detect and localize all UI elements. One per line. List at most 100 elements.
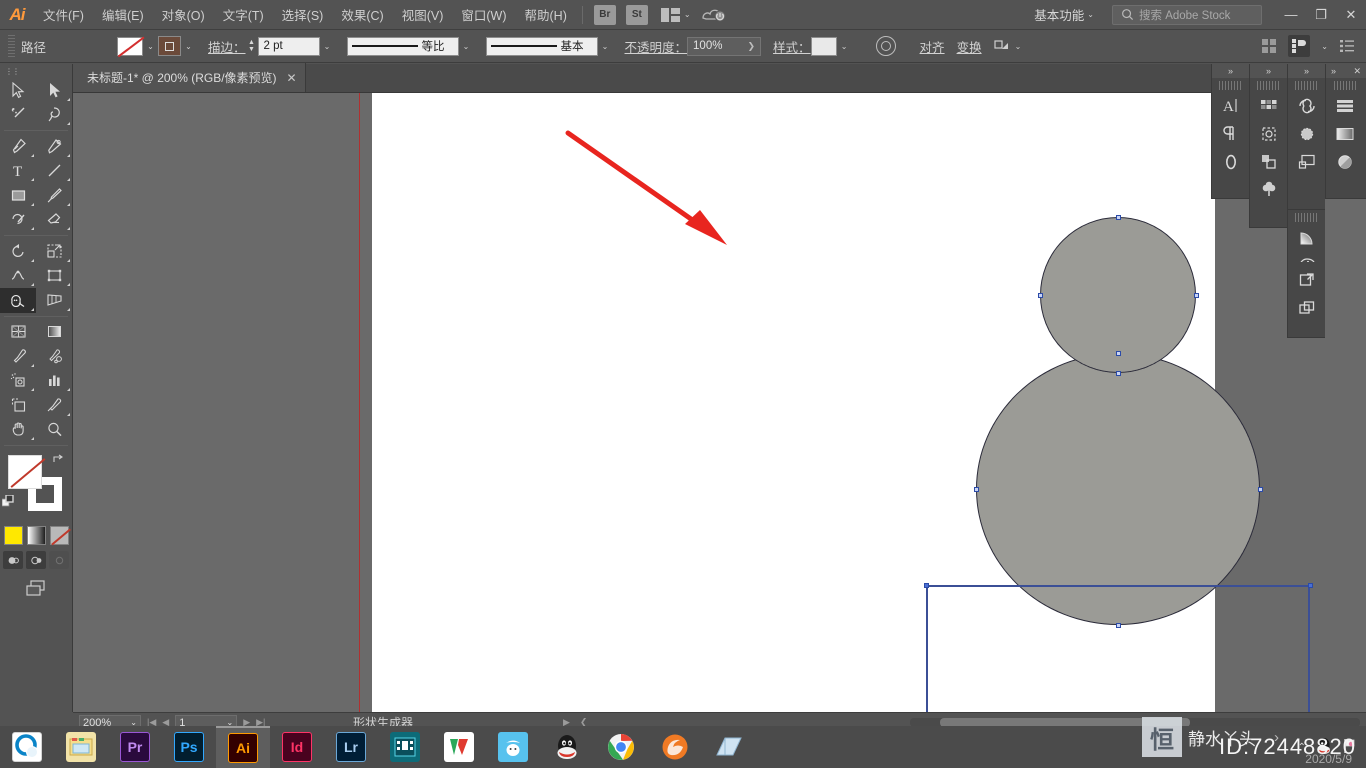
artboards-panel-icon[interactable] [1288,148,1326,176]
anchor-point[interactable] [1257,486,1263,492]
document-setup-icon[interactable] [1288,35,1311,57]
dock-close-icon[interactable]: ✕ [1353,66,1361,77]
close-icon[interactable]: ✕ [287,71,297,85]
canvas-area[interactable]: 激活 Windows 转到"电脑设置"以激活 Windows。 [73,93,1366,712]
taskbar-lightroom[interactable]: Lr [324,726,378,768]
preferences-list-icon[interactable] [1336,35,1358,57]
taskbar-chrome[interactable] [594,726,648,768]
taskbar-file-explorer[interactable] [54,726,108,768]
paintbrush-tool[interactable] [36,183,72,208]
creative-cloud-sync-icon[interactable] [701,5,727,25]
perspective-grid-tool[interactable] [36,288,72,313]
menu-type[interactable]: 文字(T) [214,0,273,29]
taskbar-qq-pinyin[interactable] [486,726,540,768]
stroke-chevron-down-icon[interactable]: ⌄ [181,36,196,56]
artboard-tool[interactable] [0,393,36,418]
menu-window[interactable]: 窗口(W) [452,0,515,29]
dock-collapse-properties[interactable]: » [1331,66,1336,76]
selection-tool[interactable] [0,78,36,103]
shaper-tool[interactable] [0,208,36,233]
menu-object[interactable]: 对象(O) [153,0,214,29]
menu-view[interactable]: 视图(V) [393,0,453,29]
zoom-tool[interactable] [36,418,72,443]
arrange-chevron-down-icon[interactable]: ⌄ [684,10,691,19]
shape-options-chevron-down-icon[interactable]: ⌄ [1015,42,1022,51]
anchor-point[interactable] [1115,370,1121,376]
draw-behind-icon[interactable] [26,551,46,569]
stroke-weight-input[interactable]: 2 pt [257,36,320,56]
taskbar-qq[interactable] [540,726,594,768]
dock-collapse-swatches[interactable]: » [1250,64,1287,78]
taskbar-firefox[interactable] [648,726,702,768]
gradient-tool[interactable] [36,320,72,345]
fill-chevron-down-icon[interactable]: ⌄ [143,36,158,56]
transform-panel-icon[interactable] [1326,120,1364,148]
width-tool[interactable] [0,264,36,289]
anchor-point[interactable] [1115,350,1121,356]
taskbar-wps-office[interactable] [432,726,486,768]
menu-help[interactable]: 帮助(H) [516,0,576,29]
dock-grip-color[interactable] [1294,213,1319,222]
artboard[interactable] [372,93,1313,712]
draw-inside-icon[interactable] [49,551,69,569]
rotate-tool[interactable] [0,239,36,264]
links-panel-icon[interactable] [1288,266,1326,294]
stroke-profile-select[interactable]: 等比 [346,36,459,56]
stroke-profile-chevron-down-icon[interactable]: ⌄ [459,36,474,56]
stock-button[interactable]: St [625,4,648,25]
fill-swatch[interactable] [117,36,145,58]
blend-tool[interactable] [36,344,72,369]
libraries-panel-icon[interactable] [1288,92,1326,120]
column-graph-tool[interactable] [36,369,72,394]
direct-selection-tool[interactable] [36,78,72,103]
pen-tool[interactable] [0,134,36,159]
arrange-documents-icon[interactable] [660,7,681,23]
line-segment-tool[interactable] [36,159,72,184]
appearance-panel-icon[interactable] [1326,148,1364,176]
curvature-tool[interactable] [36,134,72,159]
symbol-sprayer-tool[interactable] [0,369,36,394]
change-screen-mode-icon[interactable] [23,579,49,599]
hand-tool[interactable] [0,418,36,443]
restore-button[interactable]: ❐ [1306,0,1336,30]
brush-definition-chevron-down-icon[interactable]: ⌄ [598,36,613,56]
character-panel-icon[interactable]: A [1212,92,1250,120]
stroke-swatch[interactable] [158,36,181,56]
menu-file[interactable]: 文件(F) [34,0,93,29]
taskbar-qq-browser[interactable] [0,726,54,768]
none-button[interactable] [49,526,71,545]
menu-effect[interactable]: 效果(C) [332,0,392,29]
slice-tool[interactable] [36,393,72,418]
align-button[interactable]: 对齐 [920,37,945,56]
anchor-point[interactable] [973,486,979,492]
swap-fill-stroke-icon[interactable] [52,453,66,467]
taskbar-indesign[interactable]: Id [270,726,324,768]
dock-grip-properties[interactable] [1334,81,1358,90]
dock-collapse-type[interactable]: » [1212,64,1249,78]
shape-options-icon[interactable] [993,38,1012,54]
layers-panel-icon[interactable] [1288,294,1326,322]
dock-collapse-libraries[interactable]: » [1288,64,1325,78]
stroke-weight-chevron-down-icon[interactable]: ⌄ [320,36,335,56]
gradient-panel-icon[interactable] [1288,224,1326,252]
tools-panel-grip[interactable]: ⋮⋮ [0,64,72,78]
anchor-point[interactable] [1307,582,1313,588]
shape-builder-tool[interactable] [0,288,36,313]
close-button[interactable]: ✕ [1336,0,1366,30]
fill-color-swatch[interactable] [8,455,46,489]
rectangle-tool[interactable] [0,183,36,208]
menu-edit[interactable]: 编辑(E) [93,0,153,29]
eyedropper-tool[interactable] [0,344,36,369]
anchor-point[interactable] [1193,292,1199,298]
free-transform-tool[interactable] [36,264,72,289]
dock-grip-type[interactable] [1218,81,1243,90]
dock-grip-libraries[interactable] [1294,81,1319,90]
gradient-button[interactable] [26,526,46,545]
paragraph-panel-icon[interactable] [1212,120,1250,148]
lasso-tool[interactable] [36,103,72,128]
taskbar-premiere-pro[interactable]: Pr [108,726,162,768]
taskbar-illustrator[interactable]: Ai [216,726,270,768]
taskbar-media-encoder[interactable] [378,726,432,768]
symbols-panel-icon[interactable] [1250,148,1288,176]
anchor-point[interactable] [923,582,929,588]
